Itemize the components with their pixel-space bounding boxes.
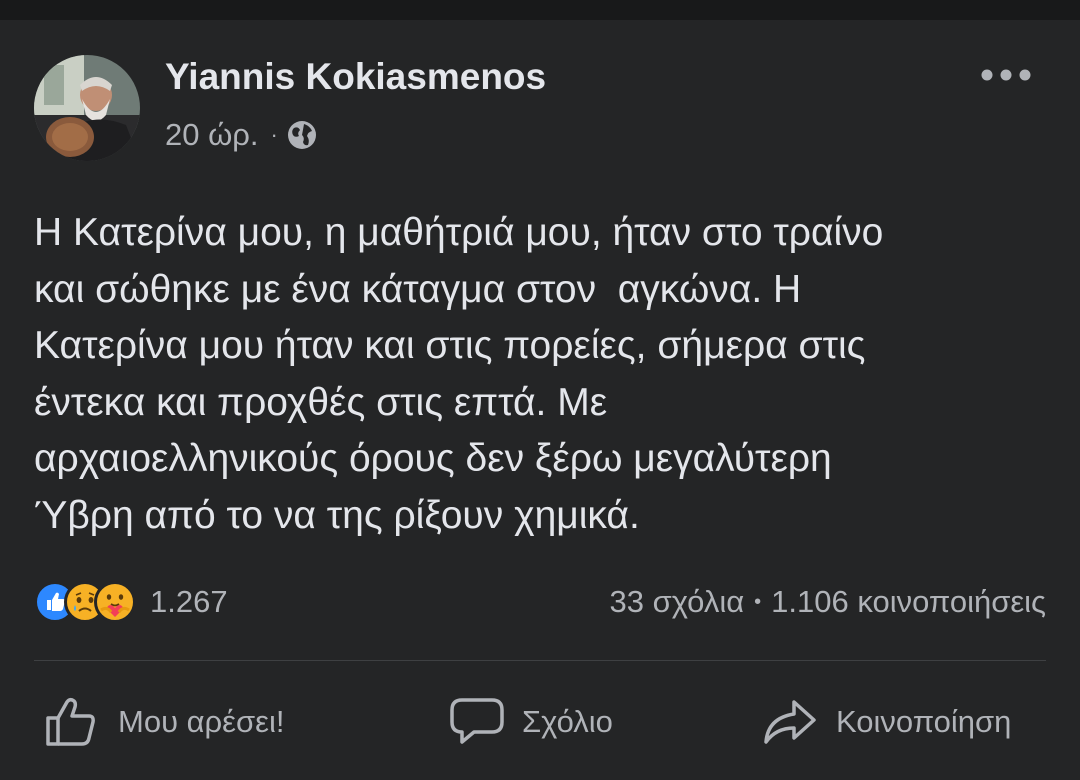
post-card: Yiannis Kokiasmenos 20 ώρ. · Η Κατερίνα … — [0, 20, 1080, 780]
author-name[interactable]: Yiannis Kokiasmenos — [165, 56, 546, 98]
post-text-line: Η Κατερίνα μου, η μαθήτριά μου, ήταν στο… — [34, 211, 884, 254]
share-label: Κοινοποίηση — [836, 704, 1012, 739]
share-count[interactable]: 1.106 κοινοποιήσεις — [771, 584, 1046, 620]
comment-label: Σχόλιο — [522, 704, 613, 739]
share-button[interactable]: Κοινοποίηση — [762, 696, 1011, 748]
engagement-stats: 33 σχόλια • 1.106 κοινοποιήσεις — [610, 580, 1047, 624]
more-options-button[interactable] — [978, 60, 1034, 90]
reaction-count: 1.267 — [150, 584, 228, 619]
thumbs-up-icon — [46, 697, 95, 746]
like-button[interactable]: Μου αρέσει! — [44, 696, 284, 748]
like-label: Μου αρέσει! — [118, 704, 285, 739]
reactions-summary[interactable]: 1.267 — [34, 580, 228, 624]
meta-separator: · — [270, 122, 278, 147]
share-arrow-icon — [764, 700, 816, 744]
comment-count[interactable]: 33 σχόλια — [610, 584, 745, 620]
post-text-line: Κατερίνα μου ήταν και στις πορείες, σήμε… — [34, 324, 866, 367]
author-avatar[interactable] — [34, 55, 140, 161]
post-text-line: και σώθηκε με ένα κάταγμα στον αγκώνα. Η — [34, 267, 802, 311]
post-timestamp[interactable]: 20 ώρ. — [165, 117, 259, 153]
comment-bubble-icon — [450, 698, 504, 744]
post-meta: 20 ώρ. · — [165, 115, 318, 155]
divider — [34, 660, 1046, 661]
post-text-line: αρχαιοελληνικούς όρους δεν ξέρω μεγαλύτε… — [34, 437, 832, 480]
globe-icon — [286, 119, 318, 151]
care-reaction-icon — [94, 581, 136, 623]
post-text: Η Κατερίνα μου, η μαθήτριά μου, ήταν στο… — [34, 205, 1044, 544]
status-bar-strip — [0, 0, 1080, 20]
post-text-line: έντεκα και προχθές στις επτά. Με — [34, 380, 608, 424]
comment-button[interactable]: Σχόλιο — [450, 696, 613, 748]
more-dots-icon — [981, 69, 1031, 81]
post-text-line: Ύβρη από το να της ρίξουν χημικά. — [34, 493, 640, 537]
stats-separator: • — [754, 590, 762, 613]
